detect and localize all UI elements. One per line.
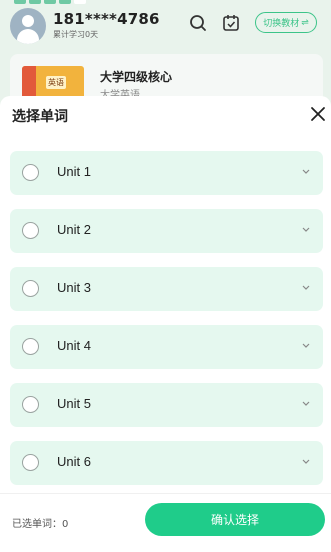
unit-label: Unit 6 <box>57 454 91 469</box>
unit-item-2[interactable]: Unit 2 <box>10 209 323 253</box>
confirm-button[interactable]: 确认选择 <box>145 503 325 536</box>
chevron-down-icon[interactable] <box>301 284 311 292</box>
search-icon[interactable] <box>189 14 207 32</box>
close-icon[interactable] <box>308 104 328 124</box>
sheet-title: 选择单词 <box>12 109 68 125</box>
unit-label: Unit 1 <box>57 164 91 179</box>
unit-radio[interactable] <box>22 280 39 297</box>
chevron-down-icon[interactable] <box>301 168 311 176</box>
unit-list[interactable]: Unit 1 Unit 2 Unit 3 Unit 4 Unit 5 Unit … <box>0 151 331 487</box>
unit-radio[interactable] <box>22 164 39 181</box>
select-words-sheet: 选择单词 Unit 1 Unit 2 Unit 3 Unit 4 Unit 5 <box>0 96 331 552</box>
unit-item-3[interactable]: Unit 3 <box>10 267 323 311</box>
unit-label: Unit 4 <box>57 338 91 353</box>
sheet-footer: 已选单词：0 确认选择 <box>0 493 331 552</box>
chevron-down-icon[interactable] <box>301 400 311 408</box>
switch-arrows-icon: ⇌ <box>301 17 309 28</box>
book-title: 大学四级核心 <box>100 70 173 84</box>
chevron-down-icon[interactable] <box>301 226 311 234</box>
switch-textbook-label: 切换教材 <box>263 19 300 29</box>
selected-count: 已选单词：0 <box>12 519 69 530</box>
unit-item-4[interactable]: Unit 4 <box>10 325 323 369</box>
unit-label: Unit 3 <box>57 280 91 295</box>
unit-label: Unit 2 <box>57 222 91 237</box>
book-cover-label: 英语 <box>46 76 66 89</box>
unit-radio[interactable] <box>22 222 39 239</box>
status-bar-decoration <box>14 0 86 4</box>
unit-radio[interactable] <box>22 396 39 413</box>
unit-item-6[interactable]: Unit 6 <box>10 441 323 485</box>
unit-item-1[interactable]: Unit 1 <box>10 151 323 195</box>
switch-textbook-button[interactable]: 切换教材 ⇌ <box>255 12 317 33</box>
avatar[interactable] <box>10 8 46 44</box>
unit-radio[interactable] <box>22 454 39 471</box>
user-phone: 181****4786 <box>53 10 160 28</box>
chevron-down-icon[interactable] <box>301 342 311 350</box>
unit-item-5[interactable]: Unit 5 <box>10 383 323 427</box>
header: 181****4786 累计学习0天 切换教材 ⇌ <box>0 6 331 46</box>
calendar-icon[interactable] <box>222 14 240 32</box>
study-days: 累计学习0天 <box>53 30 99 39</box>
chevron-down-icon[interactable] <box>301 458 311 466</box>
unit-radio[interactable] <box>22 338 39 355</box>
unit-label: Unit 5 <box>57 396 91 411</box>
